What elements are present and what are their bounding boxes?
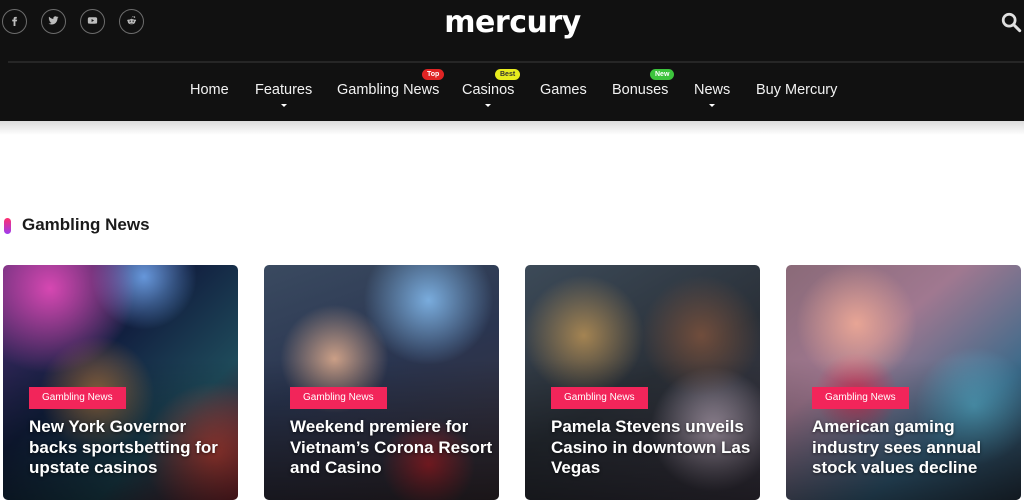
search-icon [1000, 12, 1022, 37]
top-bar: mercury [0, 0, 1024, 61]
facebook-link[interactable] [2, 9, 27, 34]
nav-label: Bonuses [612, 82, 669, 98]
nav-buy-mercury[interactable]: Buy Mercury [756, 82, 837, 98]
category-tag[interactable]: Gambling News [812, 387, 909, 409]
nav-news[interactable]: News [694, 82, 731, 107]
site-logo[interactable]: mercury [440, 3, 585, 43]
header-shadow [0, 121, 1024, 135]
card-title[interactable]: Weekend premiere for Vietnam’s Corona Re… [290, 417, 495, 479]
card-title[interactable]: Pamela Stevens unveils Casino in downtow… [551, 417, 756, 479]
main-nav: Home Features Gambling News Top Casinos … [0, 63, 1024, 121]
nav-label: Casinos [462, 82, 515, 98]
facebook-icon [9, 13, 20, 31]
search-button[interactable] [1000, 11, 1022, 33]
caret-down-icon [709, 104, 716, 107]
nav-gambling-news[interactable]: Gambling News Top [337, 69, 445, 98]
youtube-icon [87, 13, 98, 31]
twitter-icon [48, 13, 59, 31]
social-links [2, 9, 144, 34]
nav-bonuses[interactable]: Bonuses New [612, 69, 675, 98]
twitter-link[interactable] [41, 9, 66, 34]
category-tag[interactable]: Gambling News [551, 387, 648, 409]
caret-down-icon [485, 104, 492, 107]
best-badge: Best [495, 69, 521, 80]
nav-label: Gambling News [337, 82, 440, 98]
section-bullet-icon [4, 218, 11, 234]
nav-label: News [694, 82, 731, 98]
card-title[interactable]: American gaming industry sees annual sto… [812, 417, 1017, 479]
section-title: Gambling News [22, 215, 150, 234]
nav-games[interactable]: Games [540, 82, 587, 98]
category-tag[interactable]: Gambling News [29, 387, 126, 409]
site-header: mercury Home Features Gambling News Top … [0, 0, 1024, 121]
nav-features[interactable]: Features [255, 82, 313, 107]
new-badge: New [650, 69, 675, 80]
caret-down-icon [280, 104, 287, 107]
nav-label: Buy Mercury [756, 82, 838, 98]
nav-label: Features [255, 82, 313, 98]
nav-casinos[interactable]: Casinos Best [462, 69, 521, 107]
nav-label: Games [540, 82, 587, 98]
nav-label: Home [190, 82, 229, 98]
news-card[interactable]: Gambling News Pamela Stevens unveils Cas… [525, 265, 760, 500]
card-title[interactable]: New York Governor backs sportsbetting fo… [29, 417, 234, 479]
reddit-link[interactable] [119, 9, 144, 34]
news-card[interactable]: Gambling News New York Governor backs sp… [3, 265, 238, 500]
youtube-link[interactable] [80, 9, 105, 34]
nav-home[interactable]: Home [190, 82, 229, 98]
top-badge: Top [422, 69, 445, 80]
reddit-icon [126, 13, 137, 31]
category-tag[interactable]: Gambling News [290, 387, 387, 409]
news-card[interactable]: Gambling News Weekend premiere for Vietn… [264, 265, 499, 500]
news-card[interactable]: Gambling News American gaming industry s… [786, 265, 1021, 500]
